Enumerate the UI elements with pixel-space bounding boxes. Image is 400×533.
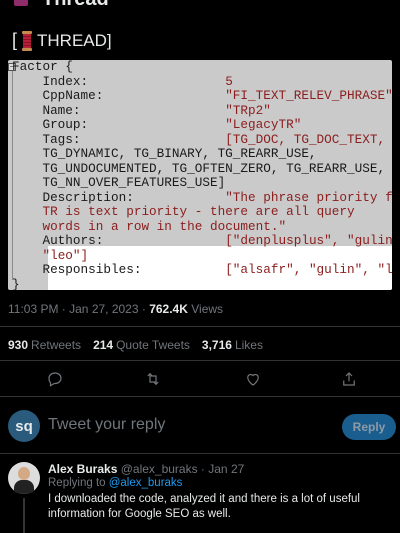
title-text: THREAD] [37, 30, 112, 50]
code-line: TG_NN_OVER_FEATURES_USE] [12, 175, 392, 191]
code-key: Responsibles: [12, 262, 226, 277]
divider [0, 396, 400, 397]
code-line: Authors: ["denplusplus", "gulin", [12, 233, 392, 249]
header-partial: Thread [0, 0, 400, 16]
code-line: TR is text priority - there are all quer… [12, 204, 392, 220]
code-block: Factor { Index: 5 CppName: "FI_TEXT_RELE… [12, 60, 392, 290]
comment-text: I downloaded the code, analyzed it and t… [48, 493, 360, 520]
commenter-handle-date: @alex_buraks · Jan 27 [117, 462, 245, 476]
code-line: "leo"] [12, 247, 392, 264]
header-title: Thread [42, 0, 109, 11]
views-label: Views [187, 302, 224, 316]
code-key [12, 204, 42, 219]
code-line: CppName: "FI_TEXT_RELEV_PHRASE" [12, 88, 392, 104]
code-value: ["denplusplus", "gulin", [225, 233, 392, 248]
share-icon[interactable] [340, 370, 358, 388]
code-key: Authors: [12, 233, 226, 248]
retweets-label: Retweets [31, 338, 82, 352]
code-value: [TG_DOC, TG_DOC_TEXT, [225, 131, 386, 147]
quotes-stat[interactable]: 214 Quote Tweets [93, 338, 190, 352]
post-title: [ THREAD] [12, 30, 112, 51]
code-line: Tags: [TG_DOC, TG_DOC_TEXT, [12, 131, 392, 148]
views-count: 762.4K [149, 302, 188, 316]
thread-emoji-icon [14, 0, 28, 6]
post-timestamp: 11:03 PM · Jan 27, 2023 · [8, 302, 150, 316]
code-key: Name: [12, 102, 226, 118]
code-value: words in a row in the document." [42, 218, 287, 234]
code-key: TG_UNDOCUMENTED, TG_OFTEN_ZERO, TG_REARR… [12, 160, 386, 176]
code-key: Group: [12, 117, 226, 132]
code-value: 5 [225, 73, 233, 89]
post-meta: 11:03 PM · Jan 27, 2023 · 762.4K Views [8, 302, 223, 316]
retweet-icon[interactable] [144, 370, 162, 388]
action-bar [0, 370, 400, 388]
replying-prefix: Replying to [48, 477, 109, 489]
code-line: TG_UNDOCUMENTED, TG_OFTEN_ZERO, TG_REARR… [12, 160, 392, 177]
code-line: Name: "TRp2" [12, 102, 392, 119]
commenter-name[interactable]: Alex Buraks [48, 462, 117, 476]
code-key: CppName: [12, 88, 226, 103]
quotes-count: 214 [93, 338, 114, 352]
code-key [12, 248, 42, 263]
reply-icon[interactable] [46, 370, 64, 388]
quotes-label: Quote Tweets [116, 338, 190, 352]
code-line: Index: 5 [12, 73, 392, 90]
likes-label: Likes [234, 338, 263, 352]
divider [0, 453, 400, 454]
like-icon[interactable] [244, 370, 262, 388]
code-line: Description: "The phrase priority for [12, 189, 392, 206]
thread-spool-icon [21, 30, 33, 51]
title-open-bracket: [ [12, 30, 18, 50]
code-key: Description: [12, 189, 226, 205]
code-line: TG_DYNAMIC, TG_BINARY, TG_REARR_USE, [12, 146, 392, 162]
code-key: TG_DYNAMIC, TG_BINARY, TG_REARR_USE, [12, 146, 317, 161]
code-line: Group: "LegacyTR" [12, 117, 392, 133]
code-value: TR is text priority - there are all quer… [42, 204, 355, 219]
code-key: TG_NN_OVER_FEATURES_USE] [12, 175, 226, 190]
comment-header: Alex Buraks @alex_buraks · Jan 27 [48, 462, 244, 476]
retweets-stat[interactable]: 930 Retweets [8, 338, 81, 352]
commenter-avatar[interactable] [8, 462, 40, 494]
code-value: "LegacyTR" [225, 117, 302, 132]
code-value: "TRp2" [225, 102, 271, 118]
user-avatar[interactable]: sq [8, 410, 40, 442]
code-value: ["alsafr", "gulin", "leo"] [225, 262, 392, 277]
likes-stat[interactable]: 3,716 Likes [202, 338, 263, 352]
code-key: } [12, 276, 20, 290]
reply-tweet[interactable]: Alex Buraks @alex_buraks · Jan 27 Replyi… [0, 460, 400, 533]
retweets-count: 930 [8, 338, 29, 352]
code-line: Factor { [12, 60, 392, 75]
code-value: "leo"] [42, 247, 89, 263]
code-line: Responsibles: ["alsafr", "gulin", "leo"] [12, 262, 392, 278]
code-screenshot-image[interactable]: − Factor { Index: 5 CppName: "FI_TEXT_RE… [8, 60, 392, 290]
divider [0, 326, 400, 327]
divider [0, 360, 400, 361]
code-line: words in a row in the document." [12, 218, 392, 235]
reply-input[interactable]: Tweet your reply [48, 416, 165, 434]
code-line: } [12, 276, 392, 290]
replying-handle-link[interactable]: @alex_buraks [109, 477, 183, 489]
code-value: "The phrase priority for [225, 189, 392, 205]
thread-line [23, 498, 25, 533]
reply-composer: sq Tweet your reply Reply [0, 400, 400, 452]
code-key: Tags: [12, 131, 226, 147]
code-value: "FI_TEXT_RELEV_PHRASE" [225, 88, 392, 103]
reply-button[interactable]: Reply [342, 414, 396, 440]
code-key: Factor { [12, 60, 73, 74]
likes-count: 3,716 [201, 338, 232, 352]
code-key: Index: [12, 73, 226, 89]
replying-to: Replying to @alex_buraks [48, 477, 182, 489]
engagement-stats: 930 Retweets 214 Quote Tweets 3,716 Likes [8, 338, 263, 352]
code-key [12, 219, 42, 234]
